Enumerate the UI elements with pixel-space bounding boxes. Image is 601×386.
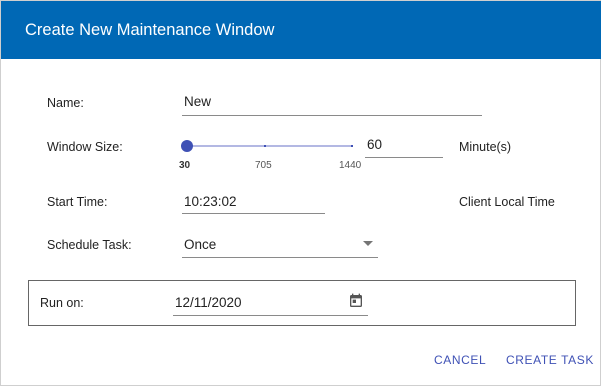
run-on-group — [28, 280, 576, 326]
name-input[interactable]: New — [184, 94, 211, 109]
arrow-drop-down-icon[interactable] — [363, 241, 373, 246]
slider-tick-max — [351, 145, 353, 147]
window-size-unit: Minute(s) — [459, 140, 512, 154]
schedule-task-underline — [182, 257, 378, 258]
client-local-time-note: Client Local Time — [459, 195, 555, 209]
maintenance-window-dialog: Create New Maintenance Window Name: New … — [0, 0, 601, 386]
start-time-input-underline — [182, 213, 325, 214]
create-task-button[interactable]: CREATE TASK — [506, 353, 594, 367]
window-size-input[interactable]: 60 — [367, 137, 382, 152]
window-size-slider-thumb[interactable] — [181, 140, 193, 152]
slider-mid-label: 705 — [255, 160, 272, 171]
name-input-underline — [182, 115, 482, 116]
slider-min-label: 30 — [179, 160, 191, 171]
cancel-button[interactable]: CANCEL — [434, 353, 486, 367]
calendar-icon[interactable] — [348, 293, 364, 309]
schedule-task-select[interactable]: Once — [184, 237, 216, 252]
window-size-label: Window Size: — [47, 140, 123, 154]
run-on-date-input[interactable]: 12/11/2020 — [175, 295, 242, 310]
slider-tick-mid — [264, 145, 266, 147]
run-on-label: Run on: — [40, 296, 84, 310]
name-label: Name: — [47, 96, 84, 110]
schedule-task-label: Schedule Task: — [47, 238, 132, 252]
start-time-input[interactable]: 10:23:02 — [184, 194, 237, 209]
run-on-date-underline — [173, 315, 368, 316]
window-size-input-underline — [365, 157, 443, 158]
window-size-slider-track[interactable] — [187, 145, 353, 147]
dialog-title: Create New Maintenance Window — [1, 1, 601, 59]
start-time-label: Start Time: — [47, 195, 108, 209]
slider-max-label: 1440 — [339, 160, 362, 171]
